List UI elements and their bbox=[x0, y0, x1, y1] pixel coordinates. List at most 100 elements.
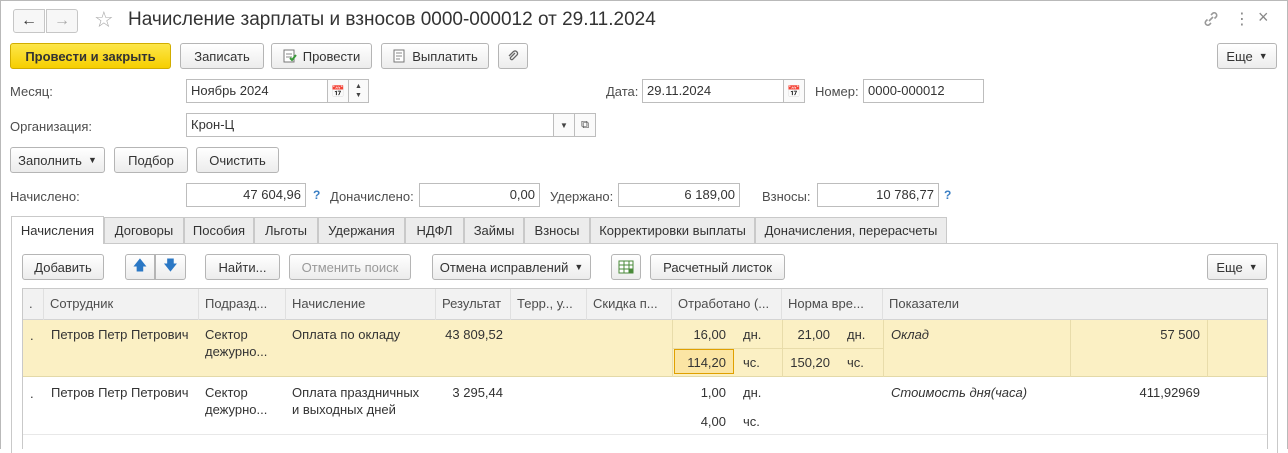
find-label: Найти... bbox=[218, 259, 267, 275]
add-row-button[interactable]: Добавить bbox=[22, 254, 104, 280]
forward-button[interactable]: → bbox=[46, 9, 78, 33]
pay-button[interactable]: Выплатить bbox=[381, 43, 489, 69]
tab-contributions[interactable]: Взносы bbox=[524, 217, 590, 243]
organization-dropdown-button[interactable]: ▼ bbox=[553, 113, 575, 137]
cancel-search-label: Отменить поиск bbox=[301, 259, 399, 275]
more-vertical-icon[interactable]: ⋮ bbox=[1234, 9, 1250, 29]
arrow-down-icon: 🡇 bbox=[163, 257, 178, 273]
date-calendar-button[interactable]: 📅 bbox=[783, 79, 805, 103]
save-button[interactable]: Записать bbox=[180, 43, 264, 69]
post-button[interactable]: Провести bbox=[271, 43, 372, 69]
number-label: Номер: bbox=[815, 84, 859, 99]
cell-result[interactable]: 43 809,52 bbox=[436, 327, 503, 342]
close-icon[interactable]: × bbox=[1258, 7, 1269, 28]
cell-indicator-value[interactable]: 411,92969 bbox=[1070, 385, 1201, 400]
move-up-button[interactable]: 🡅 bbox=[125, 254, 155, 280]
arrow-right-icon: → bbox=[54, 12, 70, 29]
cell-indicator-name[interactable]: Стоимость дня(часа) bbox=[891, 385, 1027, 400]
favorite-star-icon[interactable]: ☆ bbox=[94, 7, 114, 33]
cell-indicator-value[interactable]: 57 500 bbox=[1070, 327, 1200, 342]
tab-recalculations[interactable]: Доначисления, перерасчеты bbox=[755, 217, 947, 243]
cell-result[interactable]: 3 295,44 bbox=[436, 385, 503, 400]
table-settings-button[interactable] bbox=[611, 254, 641, 280]
table-more-label: Еще bbox=[1216, 259, 1243, 275]
cell-worked-days[interactable]: 16,00 bbox=[672, 327, 726, 342]
select-button[interactable]: Подбор bbox=[114, 147, 188, 173]
more-label: Еще bbox=[1226, 48, 1253, 64]
column-employee[interactable]: Сотрудник bbox=[44, 289, 199, 320]
cell-employee[interactable]: Петров Петр Петрович bbox=[51, 327, 189, 342]
tab-deductions[interactable]: Удержания bbox=[318, 217, 405, 243]
column-indicators[interactable]: Показатели bbox=[883, 289, 1267, 320]
post-and-close-button[interactable]: Провести и закрыть bbox=[10, 43, 171, 69]
tab-privileges[interactable]: Льготы bbox=[254, 217, 318, 243]
select-label: Подбор bbox=[128, 152, 174, 168]
cell-worked-hours[interactable]: 4,00 bbox=[672, 414, 726, 429]
cell-worked-hours-unit: чс. bbox=[743, 355, 760, 370]
cancel-search-button[interactable]: Отменить поиск bbox=[289, 254, 411, 280]
find-button[interactable]: Найти... bbox=[205, 254, 280, 280]
move-down-button[interactable]: 🡇 bbox=[155, 254, 186, 280]
tab-accruals[interactable]: Начисления bbox=[11, 216, 104, 244]
pay-document-icon bbox=[392, 49, 406, 63]
cell-department-line2[interactable]: дежурно... bbox=[205, 344, 267, 359]
tab-ndfl[interactable]: НДФЛ bbox=[405, 217, 464, 243]
cell-worked-days-unit: дн. bbox=[743, 385, 762, 400]
more-button[interactable]: Еще ▼ bbox=[1217, 43, 1277, 69]
column-result[interactable]: Результат bbox=[436, 289, 511, 320]
organization-open-button[interactable]: ⧉ bbox=[574, 113, 596, 137]
cell-accrual[interactable]: Оплата по окладу bbox=[292, 327, 400, 342]
dropdown-arrow-icon: ▼ bbox=[1258, 51, 1268, 61]
cell-worked-days[interactable]: 1,00 bbox=[672, 385, 726, 400]
column-department[interactable]: Подразд... bbox=[199, 289, 286, 320]
month-input[interactable]: Ноябрь 2024 bbox=[186, 79, 328, 103]
add-row-label: Добавить bbox=[34, 259, 92, 275]
cell-indicator-name[interactable]: Оклад bbox=[891, 327, 929, 342]
link-icon[interactable] bbox=[1202, 10, 1220, 28]
cell-accrual-line1[interactable]: Оплата праздничных bbox=[292, 385, 419, 400]
payslip-button[interactable]: Расчетный листок bbox=[650, 254, 785, 280]
cell-norm-hours[interactable]: 150,20 bbox=[782, 355, 830, 370]
column-worked[interactable]: Отработано (... bbox=[672, 289, 782, 320]
stepper-up-icon: ▲ bbox=[355, 83, 362, 90]
row-marker: . bbox=[30, 386, 34, 401]
column-accrual[interactable]: Начисление bbox=[286, 289, 436, 320]
tab-benefits[interactable]: Пособия bbox=[184, 217, 254, 243]
cell-department-line2[interactable]: дежурно... bbox=[205, 402, 267, 417]
organization-input[interactable]: Крон-Ц bbox=[186, 113, 554, 137]
contributions-help-icon[interactable]: ? bbox=[944, 188, 951, 202]
cell-department-line1[interactable]: Сектор bbox=[205, 385, 248, 400]
tab-contracts[interactable]: Договоры bbox=[104, 217, 184, 243]
cell-department-line1[interactable]: Сектор bbox=[205, 327, 248, 342]
column-discount[interactable]: Скидка п... bbox=[587, 289, 672, 320]
organization-label: Организация: bbox=[10, 119, 93, 134]
tab-loans[interactable]: Займы bbox=[464, 217, 524, 243]
calendar-icon: 📅 bbox=[331, 85, 345, 98]
table-grid-icon bbox=[618, 260, 634, 274]
fill-button[interactable]: Заполнить ▼ bbox=[10, 147, 105, 173]
cell-worked-hours[interactable]: 114,20 bbox=[672, 355, 726, 370]
post-and-close-label: Провести и закрыть bbox=[25, 48, 156, 64]
accrued-help-icon[interactable]: ? bbox=[313, 188, 320, 202]
cancel-corrections-button[interactable]: Отмена исправлений ▼ bbox=[432, 254, 591, 280]
stepper-down-icon: ▼ bbox=[355, 92, 362, 99]
back-button[interactable]: ← bbox=[13, 9, 45, 33]
cell-accrual-line2[interactable]: и выходных дней bbox=[292, 402, 396, 417]
cell-norm-days[interactable]: 21,00 bbox=[782, 327, 830, 342]
contributions-label: Взносы: bbox=[762, 189, 811, 204]
attach-button[interactable] bbox=[498, 43, 528, 69]
dropdown-arrow-icon: ▼ bbox=[574, 262, 584, 272]
calendar-button[interactable]: 📅 bbox=[327, 79, 349, 103]
clear-button[interactable]: Очистить bbox=[196, 147, 279, 173]
cell-employee[interactable]: Петров Петр Петрович bbox=[51, 385, 189, 400]
additional-value: 0,00 bbox=[419, 183, 540, 207]
number-input[interactable]: 0000-000012 bbox=[863, 79, 984, 103]
tab-payment-corrections[interactable]: Корректировки выплаты bbox=[590, 217, 755, 243]
month-stepper[interactable]: ▲ ▼ bbox=[348, 79, 369, 103]
date-input[interactable]: 29.11.2024 bbox=[642, 79, 784, 103]
table-more-button[interactable]: Еще ▼ bbox=[1207, 254, 1267, 280]
date-label: Дата: bbox=[606, 84, 639, 99]
column-norm[interactable]: Норма вре... bbox=[782, 289, 883, 320]
column-territory[interactable]: Терр., у... bbox=[511, 289, 587, 320]
withheld-label: Удержано: bbox=[550, 189, 614, 204]
